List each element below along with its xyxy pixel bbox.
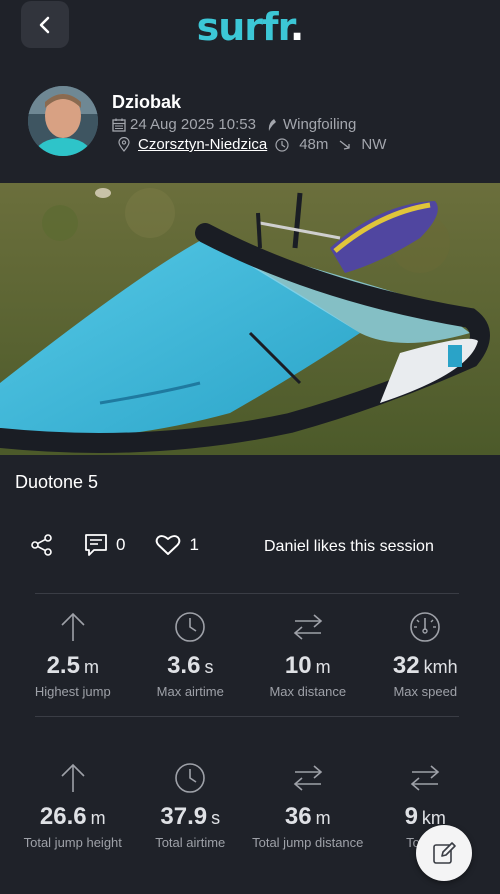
- stat-label: Total jump height: [23, 835, 122, 850]
- stats-max-row: 2.5 m Highest jump 3.6 s Max airtime 10 m M…: [14, 610, 484, 699]
- comments-button[interactable]: 0: [84, 533, 125, 557]
- arrow-up-icon: [61, 763, 85, 792]
- session-meta-line1: 24 Aug 2025 10:53 Wingfoiling: [112, 116, 356, 133]
- heart-icon: [156, 535, 181, 555]
- stat-value: 10: [284, 652, 312, 679]
- stats-total-row: 26.6 m Total jump height 37.9 s Total airt…: [14, 761, 484, 850]
- speedometer-icon: [410, 612, 441, 642]
- stat-unit: m: [90, 808, 106, 828]
- stat-max-distance: 10 m Max distance: [249, 610, 367, 699]
- like-button[interactable]: 1: [155, 533, 199, 557]
- arrows-left-right-icon: [293, 765, 322, 791]
- logo-text: surfr: [196, 5, 291, 49]
- logo-dot: .: [289, 5, 304, 49]
- stat-unit: s: [204, 657, 214, 677]
- stat-value: 32: [392, 652, 420, 679]
- sport-icon: [268, 118, 276, 131]
- stat-value: 36: [284, 803, 312, 830]
- comments-count: 0: [116, 535, 126, 554]
- avatar-image: [28, 86, 98, 156]
- share-icon: [31, 534, 52, 556]
- arrows-left-right-icon: [293, 614, 322, 640]
- likes-count: 1: [189, 535, 199, 554]
- session-title: Duotone 5: [15, 472, 99, 492]
- stat-value: 9: [404, 803, 418, 830]
- stat-label: Max speed: [393, 684, 458, 699]
- stat-highest-jump: 2.5 m Highest jump: [14, 610, 132, 699]
- stat-label: Total airtime: [155, 835, 226, 850]
- clock-icon: [275, 137, 289, 152]
- stat-unit: kmh: [423, 657, 458, 677]
- share-button[interactable]: [30, 533, 54, 557]
- edit-session-button[interactable]: [416, 825, 472, 881]
- comment-icon: [85, 534, 107, 556]
- avatar[interactable]: [28, 86, 98, 156]
- stat-total-jump-distance: 36 m Total jump distance: [249, 761, 367, 850]
- likes-summary[interactable]: Daniel likes this session: [264, 538, 434, 556]
- wind-direction-icon: [339, 139, 351, 150]
- stat-max-speed: 32 kmh Max speed: [367, 610, 485, 699]
- stat-unit: m: [315, 657, 331, 677]
- stat-value: 2.5: [46, 652, 80, 679]
- divider: [35, 593, 459, 594]
- username[interactable]: Dziobak: [112, 92, 181, 113]
- clock-icon: [175, 612, 206, 642]
- stat-label: Highest jump: [34, 684, 111, 699]
- stat-label: Max distance: [269, 684, 347, 699]
- session-datetime: 24 Aug 2025 10:53: [130, 116, 256, 133]
- app-logo: surfr.: [0, 4, 500, 50]
- session-sport: Wingfoiling: [282, 116, 357, 133]
- calendar-icon: [112, 118, 126, 132]
- stat-value: 37.9: [160, 803, 208, 830]
- stat-label: Total jump distance: [252, 835, 364, 850]
- wing-photo-image: [0, 183, 500, 455]
- stat-value: 3.6: [167, 652, 201, 679]
- stat-unit: m: [83, 657, 99, 677]
- stat-unit: s: [211, 808, 221, 828]
- stat-total-jump-height: 26.6 m Total jump height: [14, 761, 132, 850]
- stat-label: Max airtime: [156, 684, 224, 699]
- stat-total-airtime: 37.9 s Total airtime: [132, 761, 250, 850]
- stat-value: 26.6: [39, 803, 87, 830]
- stat-unit: m: [315, 808, 331, 828]
- session-duration: 48m: [299, 136, 329, 153]
- arrows-left-right-icon: [411, 765, 440, 791]
- clock-icon: [175, 763, 206, 793]
- stat-max-airtime: 3.6 s Max airtime: [132, 610, 250, 699]
- location-pin-icon: [118, 137, 130, 152]
- wind-direction: NW: [361, 136, 387, 153]
- session-photo[interactable]: [0, 183, 500, 455]
- session-meta-line2: Czorsztyn-Niedzica 48m NW: [118, 136, 386, 153]
- arrow-up-icon: [61, 612, 85, 641]
- divider: [35, 716, 459, 717]
- edit-icon: [433, 842, 456, 864]
- location-link[interactable]: Czorsztyn-Niedzica: [138, 136, 267, 153]
